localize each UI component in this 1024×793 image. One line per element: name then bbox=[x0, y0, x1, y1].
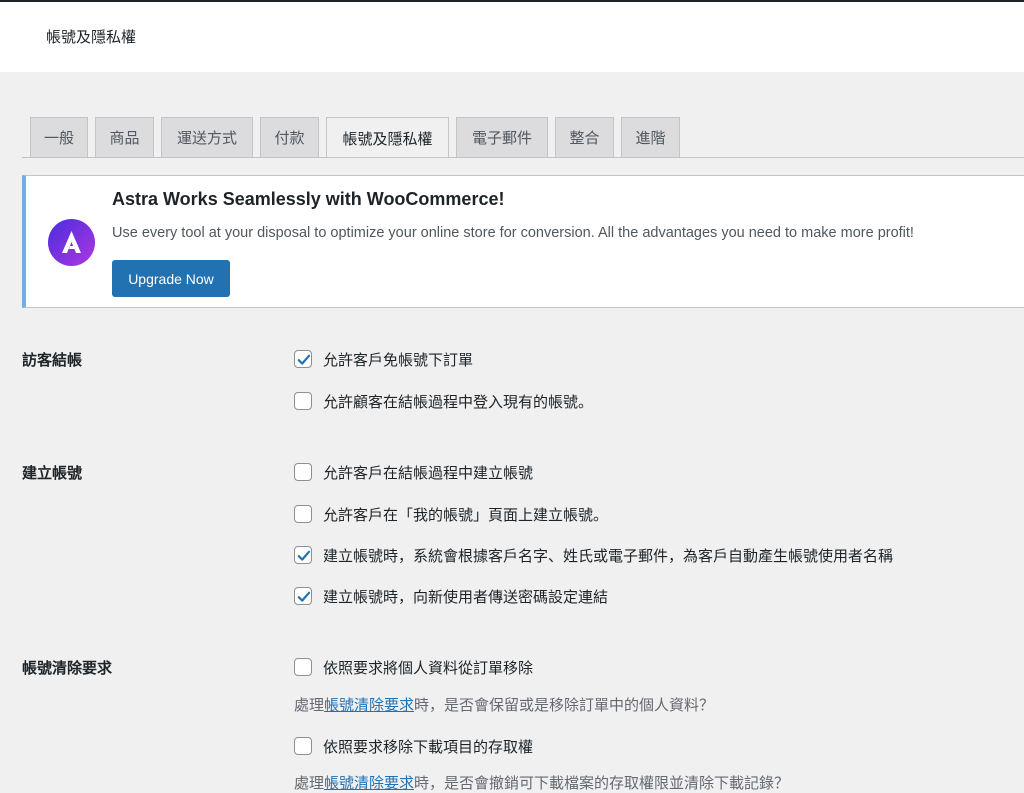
guest-checkout-label: 訪客結帳 bbox=[22, 351, 83, 369]
tab-general[interactable]: 一般 bbox=[30, 117, 88, 157]
create-at-checkout-label: 允許客戶在結帳過程中建立帳號 bbox=[323, 463, 534, 482]
erase-downloads-description: 處理帳號清除要求時，是否會撤銷可下載檔案的存取權限並清除下載記錄？ bbox=[294, 772, 789, 793]
guest-order-option: 允許客戶免帳號下訂單 bbox=[294, 348, 473, 370]
astra-notice: Astra Works Seamlessly with WooCommerce!… bbox=[22, 175, 1024, 308]
desc-prefix: 處理 bbox=[294, 774, 325, 792]
erase-order-data-description: 處理帳號清除要求時，是否會保留或是移除訂單中的個人資料？ bbox=[294, 694, 714, 715]
guest-order-checkbox[interactable] bbox=[294, 350, 312, 368]
tabs-divider bbox=[22, 157, 1024, 158]
checkmark-icon bbox=[297, 354, 311, 365]
generate-username-label: 建立帳號時，系統會根據客戶名字、姓氏或電子郵件，為客戶自動產生帳號使用者名稱 bbox=[323, 546, 894, 565]
guest-login-label: 允許顧客在結帳過程中登入現有的帳號。 bbox=[323, 392, 594, 411]
desc-suffix: 時，是否會保留或是移除訂單中的個人資料？ bbox=[414, 696, 715, 714]
tab-advanced[interactable]: 進階 bbox=[621, 117, 680, 157]
create-on-my-account-checkbox[interactable] bbox=[294, 505, 312, 523]
send-password-link-label: 建立帳號時，向新使用者傳送密碼設定連結 bbox=[323, 587, 609, 606]
tab-payments[interactable]: 付款 bbox=[260, 117, 319, 157]
page-header: 帳號及隱私權 bbox=[0, 2, 1024, 72]
upgrade-now-button[interactable]: Upgrade Now bbox=[112, 260, 230, 297]
erase-order-data-label: 依照要求將個人資料從訂單移除 bbox=[323, 658, 534, 677]
guest-login-checkbox[interactable] bbox=[294, 392, 312, 410]
generate-username-checkbox[interactable] bbox=[294, 546, 312, 564]
notice-title: Astra Works Seamlessly with WooCommerce! bbox=[112, 189, 505, 209]
checkmark-icon bbox=[297, 591, 311, 602]
guest-order-label: 允許客戶免帳號下訂單 bbox=[323, 350, 474, 369]
guest-login-option: 允許顧客在結帳過程中登入現有的帳號。 bbox=[294, 390, 593, 412]
erase-downloads-label: 依照要求移除下載項目的存取權 bbox=[323, 737, 534, 756]
tab-products[interactable]: 商品 bbox=[95, 117, 154, 157]
desc-suffix: 時，是否會撤銷可下載檔案的存取權限並清除下載記錄？ bbox=[414, 774, 790, 792]
send-password-link-option: 建立帳號時，向新使用者傳送密碼設定連結 bbox=[294, 585, 608, 607]
astra-logo-icon bbox=[48, 219, 95, 266]
page-title: 帳號及隱私權 bbox=[46, 28, 137, 46]
tab-integration[interactable]: 整合 bbox=[555, 117, 614, 157]
notice-description: Use every tool at your disposal to optim… bbox=[112, 225, 914, 241]
tab-accounts-privacy[interactable]: 帳號及隱私權 bbox=[326, 117, 449, 158]
erase-downloads-checkbox[interactable] bbox=[294, 737, 312, 755]
send-password-link-checkbox[interactable] bbox=[294, 587, 312, 605]
erase-order-data-checkbox[interactable] bbox=[294, 658, 312, 676]
erase-order-data-option: 依照要求將個人資料從訂單移除 bbox=[294, 656, 533, 678]
account-creation-label: 建立帳號 bbox=[22, 464, 83, 482]
erasure-requests-label: 帳號清除要求 bbox=[22, 659, 113, 677]
desc-prefix: 處理 bbox=[294, 696, 325, 714]
create-at-checkout-checkbox[interactable] bbox=[294, 463, 312, 481]
checkmark-icon bbox=[297, 550, 311, 561]
erase-downloads-option: 依照要求移除下載項目的存取權 bbox=[294, 735, 533, 757]
create-at-checkout-option: 允許客戶在結帳過程中建立帳號 bbox=[294, 461, 533, 483]
create-on-my-account-option: 允許客戶在「我的帳號」頁面上建立帳號。 bbox=[294, 503, 608, 525]
erasure-requests-link[interactable]: 帳號清除要求 bbox=[324, 696, 414, 714]
erasure-requests-link[interactable]: 帳號清除要求 bbox=[324, 774, 414, 792]
tab-emails[interactable]: 電子郵件 bbox=[456, 117, 548, 157]
create-on-my-account-label: 允許客戶在「我的帳號」頁面上建立帳號。 bbox=[323, 505, 609, 524]
tab-shipping[interactable]: 運送方式 bbox=[161, 117, 253, 157]
generate-username-option: 建立帳號時，系統會根據客戶名字、姓氏或電子郵件，為客戶自動產生帳號使用者名稱 bbox=[294, 544, 893, 566]
